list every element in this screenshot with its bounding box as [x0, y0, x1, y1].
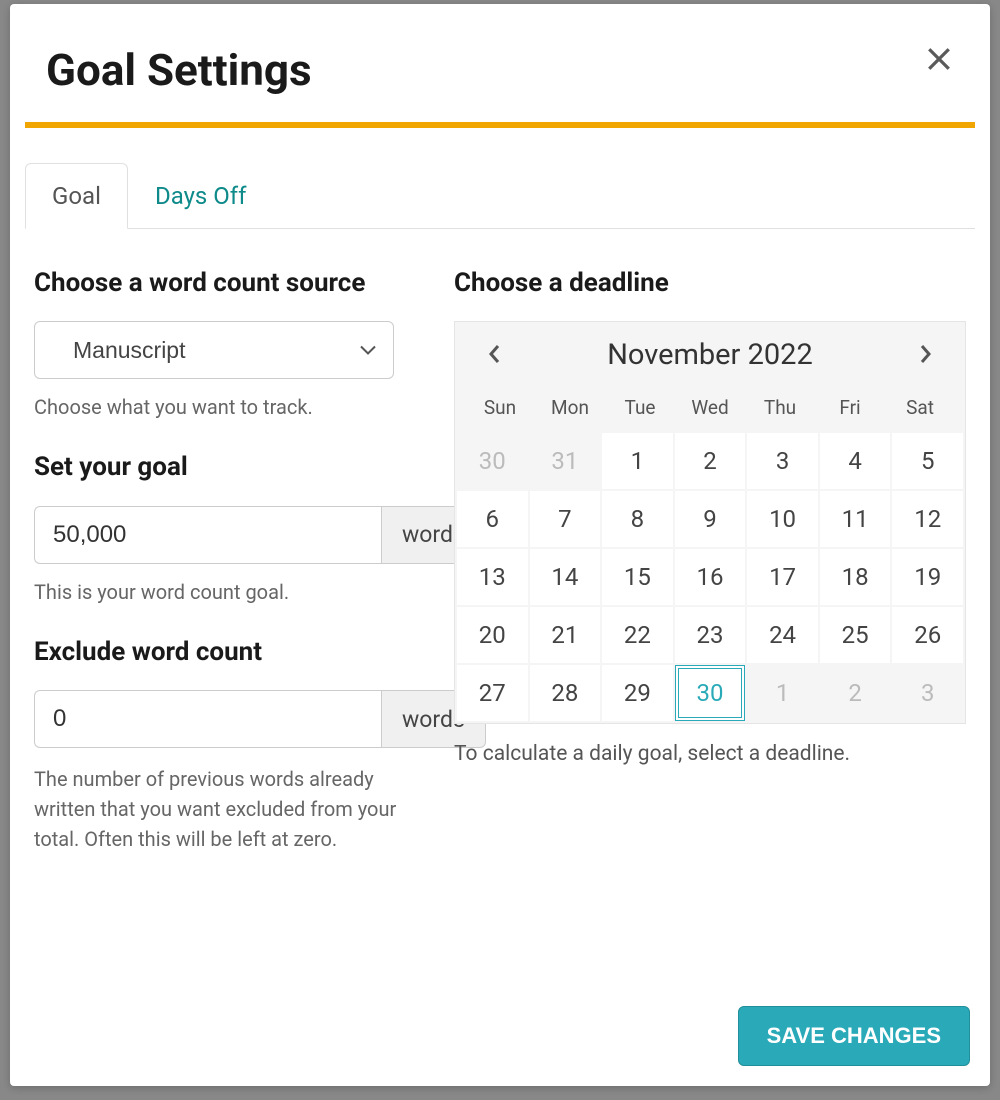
tab-goal[interactable]: Goal	[25, 163, 128, 229]
goal-section: Set your goal words This is your word co…	[34, 449, 426, 603]
source-select[interactable]: Manuscript	[34, 321, 394, 379]
calendar-day[interactable]: 10	[747, 491, 818, 547]
calendar-day[interactable]: 23	[675, 607, 746, 663]
weekday-label: Wed	[675, 388, 745, 427]
modal-footer: SAVE CHANGES	[738, 1006, 970, 1066]
goal-settings-modal: Goal Settings Goal Days Off Choose a wor…	[10, 4, 990, 1086]
calendar-day[interactable]: 25	[820, 607, 891, 663]
weekday-label: Sun	[465, 388, 535, 427]
calendar-day[interactable]: 30	[675, 665, 746, 721]
weekday-label: Sat	[885, 388, 955, 427]
days-grid: 3031123456789101112131415161718192021222…	[455, 433, 965, 723]
calendar-day[interactable]: 13	[457, 549, 528, 605]
close-button[interactable]	[920, 40, 958, 81]
weekday-row: SunMonTueWedThuFriSat	[455, 388, 965, 433]
calendar-day: 1	[747, 665, 818, 721]
close-icon	[926, 46, 952, 72]
modal-header: Goal Settings	[10, 4, 990, 122]
calendar-day[interactable]: 27	[457, 665, 528, 721]
source-section: Choose a word count source Manuscript Ch…	[34, 265, 426, 419]
calendar-day[interactable]: 18	[820, 549, 891, 605]
calendar-day[interactable]: 22	[602, 607, 673, 663]
calendar-day[interactable]: 16	[675, 549, 746, 605]
next-month-button[interactable]	[914, 339, 937, 372]
modal-content: Choose a word count source Manuscript Ch…	[10, 229, 990, 904]
calendar-day[interactable]: 4	[820, 433, 891, 489]
chevron-left-icon	[489, 345, 500, 363]
tab-days-off[interactable]: Days Off	[128, 163, 274, 229]
calendar-day[interactable]: 11	[820, 491, 891, 547]
source-heading: Choose a word count source	[34, 265, 426, 301]
goal-input[interactable]	[34, 506, 381, 564]
exclude-heading: Exclude word count	[34, 634, 426, 670]
calendar-day[interactable]: 17	[747, 549, 818, 605]
calendar-day: 2	[820, 665, 891, 721]
weekday-label: Fri	[815, 388, 885, 427]
calendar-day[interactable]: 2	[675, 433, 746, 489]
calendar-day: 31	[530, 433, 601, 489]
tabs: Goal Days Off	[25, 162, 975, 229]
calendar-day[interactable]: 29	[602, 665, 673, 721]
deadline-help: To calculate a daily goal, select a dead…	[454, 742, 966, 766]
calendar-header: November 2022	[455, 322, 965, 388]
calendar-day[interactable]: 5	[892, 433, 963, 489]
accent-bar	[25, 122, 975, 128]
calendar-day[interactable]: 12	[892, 491, 963, 547]
chevron-right-icon	[920, 345, 931, 363]
goal-input-group: words	[34, 506, 394, 564]
exclude-help: The number of previous words already wri…	[34, 764, 426, 854]
source-select-wrapper: Manuscript	[34, 321, 394, 379]
deadline-heading: Choose a deadline	[454, 265, 966, 301]
calendar-day[interactable]: 26	[892, 607, 963, 663]
exclude-section: Exclude word count words The number of p…	[34, 634, 426, 854]
calendar-day: 30	[457, 433, 528, 489]
deadline-calendar: November 2022 SunMonTueWedThuFriSat 3031…	[454, 321, 966, 724]
right-column: Choose a deadline November 2022 SunMonTu…	[454, 265, 966, 884]
source-help: Choose what you want to track.	[34, 395, 426, 419]
left-column: Choose a word count source Manuscript Ch…	[34, 265, 454, 884]
calendar-day[interactable]: 20	[457, 607, 528, 663]
save-changes-button[interactable]: SAVE CHANGES	[738, 1006, 970, 1066]
goal-heading: Set your goal	[34, 449, 426, 485]
calendar-day[interactable]: 7	[530, 491, 601, 547]
calendar-day[interactable]: 6	[457, 491, 528, 547]
month-label: November 2022	[607, 338, 813, 372]
prev-month-button[interactable]	[483, 339, 506, 372]
calendar-day: 3	[892, 665, 963, 721]
exclude-input[interactable]	[34, 690, 381, 748]
weekday-label: Thu	[745, 388, 815, 427]
calendar-day[interactable]: 1	[602, 433, 673, 489]
weekday-label: Mon	[535, 388, 605, 427]
calendar-day[interactable]: 15	[602, 549, 673, 605]
goal-help: This is your word count goal.	[34, 580, 426, 604]
modal-title: Goal Settings	[46, 44, 954, 96]
weekday-label: Tue	[605, 388, 675, 427]
calendar-day[interactable]: 8	[602, 491, 673, 547]
calendar-day[interactable]: 19	[892, 549, 963, 605]
calendar-day[interactable]: 14	[530, 549, 601, 605]
calendar-day[interactable]: 24	[747, 607, 818, 663]
calendar-day[interactable]: 9	[675, 491, 746, 547]
calendar-day[interactable]: 21	[530, 607, 601, 663]
calendar-day[interactable]: 28	[530, 665, 601, 721]
calendar-day[interactable]: 3	[747, 433, 818, 489]
exclude-input-group: words	[34, 690, 394, 748]
